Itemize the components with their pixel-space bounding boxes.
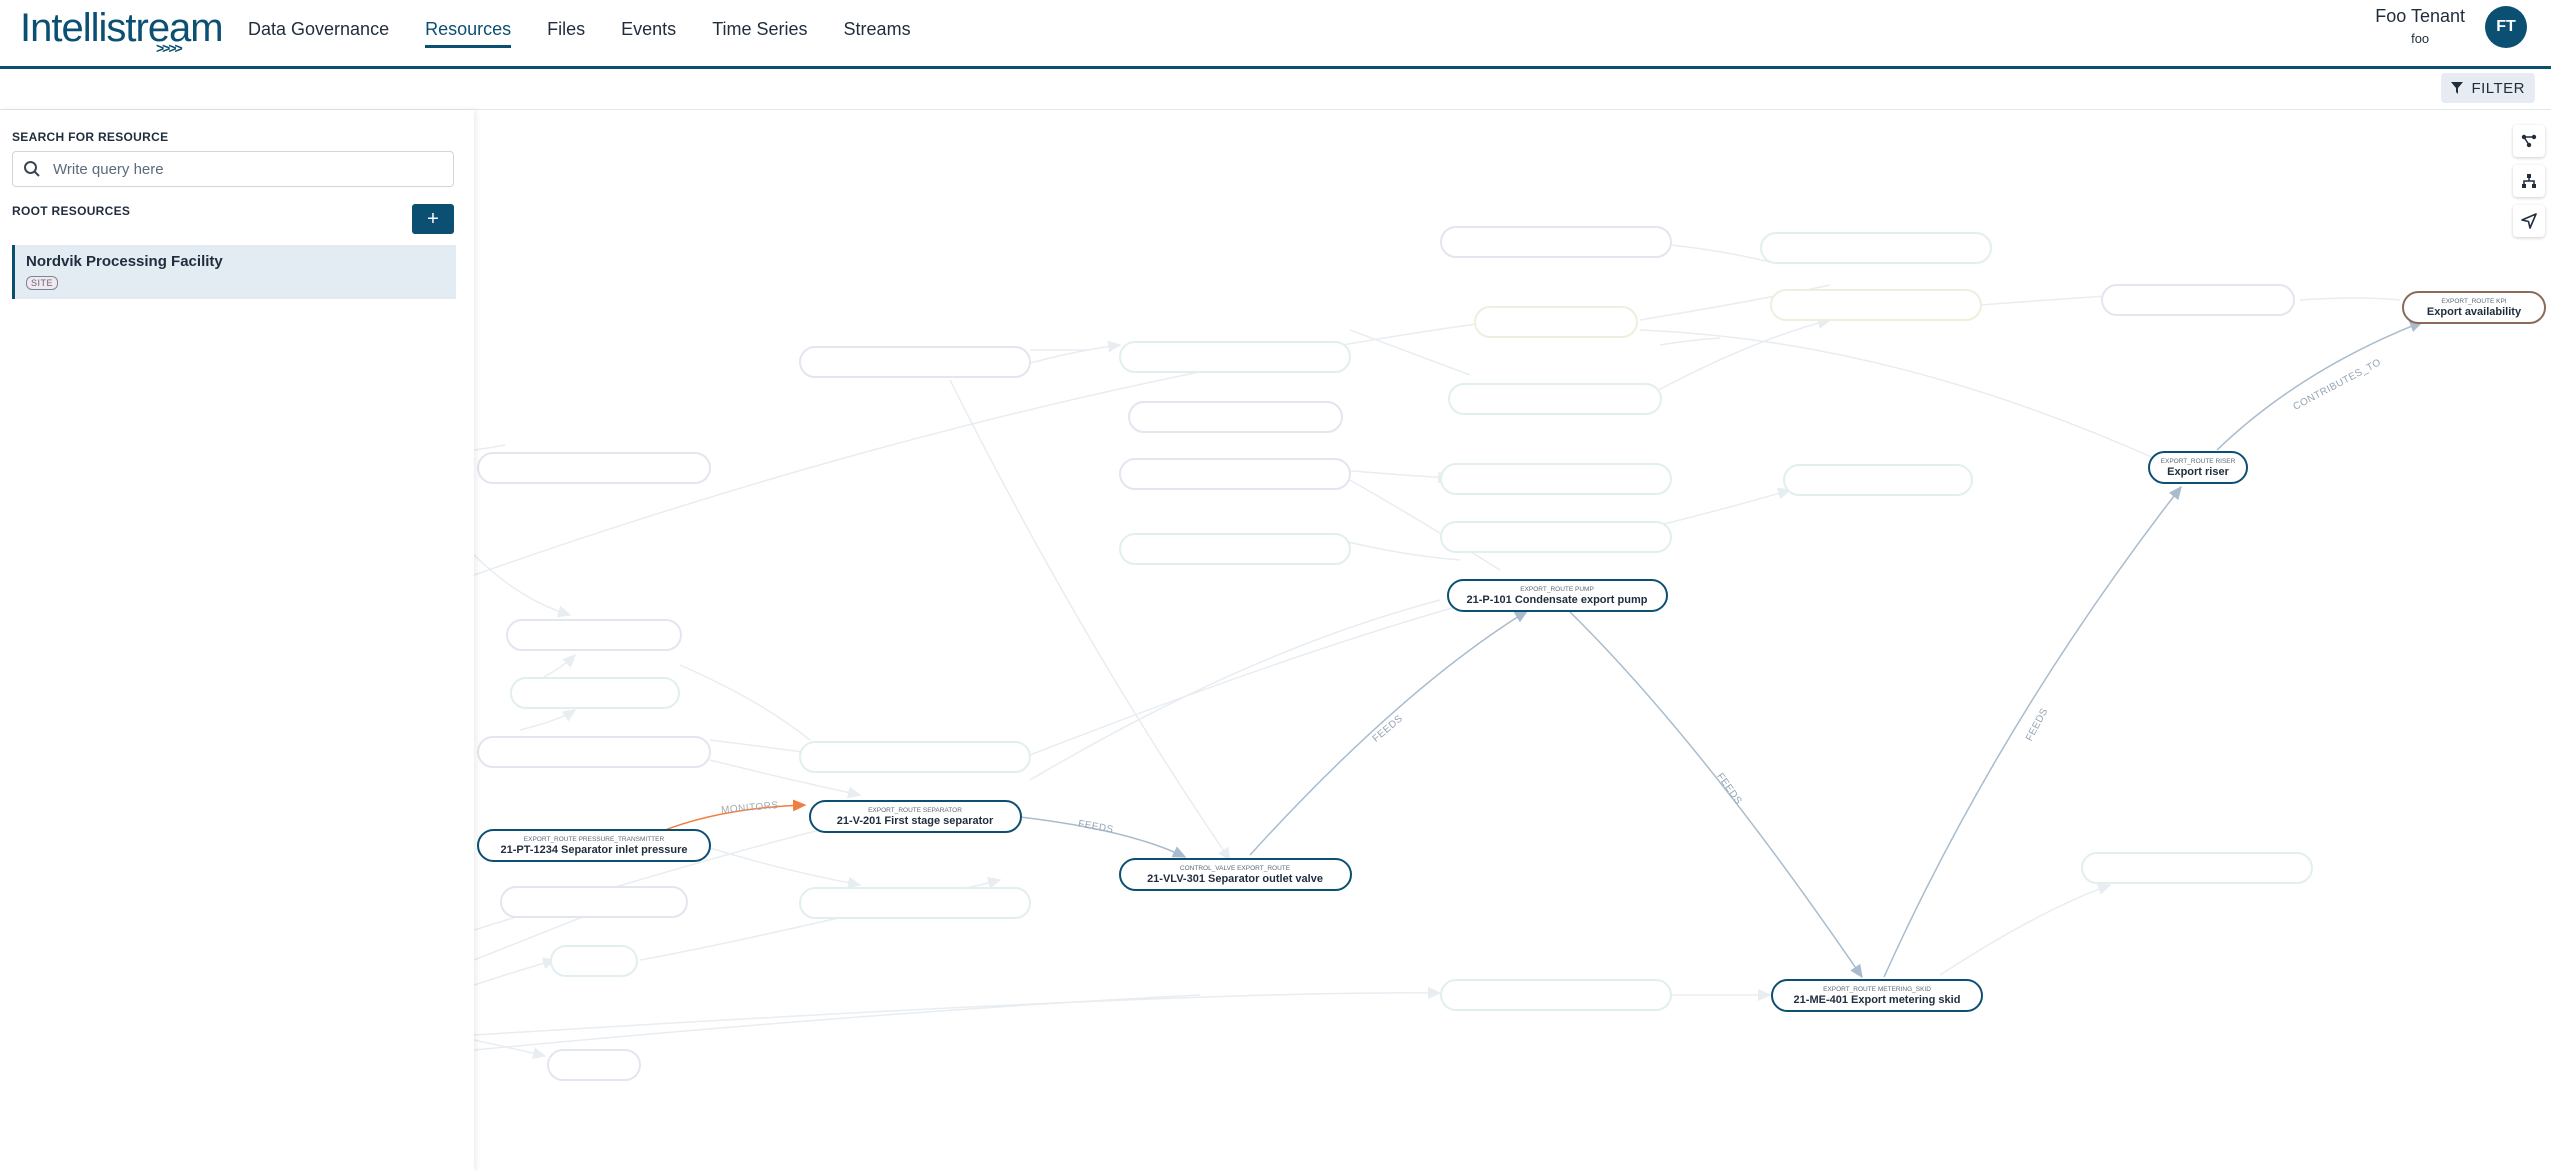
node-label: 21-ME-401 Export metering skid bbox=[1794, 994, 1961, 1006]
node-export-availability[interactable]: EXPORT_ROUTE KPI Export availability bbox=[2402, 291, 2546, 324]
nav-time-series[interactable]: Time Series bbox=[712, 15, 807, 44]
node-label: 21-VLV-301 Separator outlet valve bbox=[1147, 873, 1323, 885]
nav-data-governance[interactable]: Data Governance bbox=[248, 15, 389, 44]
top-bar: Intellistream >>>> Data Governance Resou… bbox=[0, 0, 2551, 69]
search-icon bbox=[24, 161, 40, 177]
node-outlet-valve[interactable]: CONTROL_VALVE EXPORT_ROUTE 21-VLV-301 Se… bbox=[1119, 858, 1352, 891]
faded-edges bbox=[474, 244, 2401, 1060]
node-label: 21-P-101 Condensate export pump bbox=[1467, 594, 1648, 606]
edge-label-monitors: MONITORS bbox=[721, 800, 779, 816]
edge-label-feeds-4: FEEDS bbox=[2024, 706, 2051, 743]
site-badge: SITE bbox=[26, 276, 59, 290]
node-pressure-transmitter[interactable]: EXPORT_ROUTE PRESSURE_TRANSMITTER 21-PT-… bbox=[477, 829, 711, 862]
graph-layout-icon bbox=[2521, 134, 2537, 148]
node-label: 21-PT-1234 Separator inlet pressure bbox=[500, 844, 687, 856]
node-type: EXPORT_ROUTE PRESSURE_TRANSMITTER bbox=[524, 836, 665, 843]
hierarchy-button[interactable] bbox=[2513, 165, 2545, 197]
brand-name: Intellistream bbox=[20, 6, 224, 50]
filter-button[interactable]: FILTER bbox=[2441, 73, 2535, 103]
graph-svg[interactable]: MONITORS FEEDS FEEDS FEEDS FEEDS CONTRIB… bbox=[474, 110, 2551, 1171]
nav-files[interactable]: Files bbox=[547, 15, 585, 44]
node-metering-skid[interactable]: EXPORT_ROUTE METERING_SKID 21-ME-401 Exp… bbox=[1771, 979, 1983, 1012]
search-label: SEARCH FOR RESOURCE bbox=[12, 130, 169, 144]
nav-resources[interactable]: Resources bbox=[425, 15, 512, 48]
filter-label: FILTER bbox=[2471, 79, 2525, 97]
node-label: Export riser bbox=[2167, 466, 2229, 478]
nav-streams[interactable]: Streams bbox=[844, 15, 911, 44]
main-nav: Data Governance Resources Files Events T… bbox=[248, 0, 947, 58]
brand-arrows: >>>> bbox=[156, 40, 183, 56]
tenant-switcher[interactable]: Foo Tenant foo bbox=[2375, 6, 2465, 46]
node-label: Export availability bbox=[2427, 306, 2522, 318]
search-input[interactable] bbox=[51, 159, 435, 179]
edge-label-feeds-1: FEEDS bbox=[1077, 819, 1114, 836]
graph-layout-button[interactable] bbox=[2513, 125, 2545, 157]
graph-toolbar: FILTER bbox=[0, 69, 2551, 110]
root-resources-label: ROOT RESOURCES bbox=[12, 204, 131, 218]
node-type: EXPORT_ROUTE METERING_SKID bbox=[1823, 986, 1931, 993]
tenant-sub: foo bbox=[2411, 31, 2430, 46]
edge-pump-skid bbox=[1569, 611, 1863, 979]
tenant-name: Foo Tenant bbox=[2375, 6, 2465, 26]
sidebar: SEARCH FOR RESOURCE ROOT RESOURCES + Nor… bbox=[0, 110, 474, 1171]
graph-canvas[interactable]: MONITORS FEEDS FEEDS FEEDS FEEDS CONTRIB… bbox=[474, 110, 2551, 1171]
site-name: Nordvik Processing Facility bbox=[26, 253, 223, 270]
navigate-icon bbox=[2521, 213, 2537, 229]
edge-label-contributes-to: CONTRIBUTES_TO bbox=[2292, 357, 2384, 413]
node-type: EXPORT_ROUTE PUMP bbox=[1520, 586, 1594, 593]
node-type: EXPORT_ROUTE KPI bbox=[2441, 298, 2506, 305]
funnel-icon bbox=[2451, 82, 2464, 94]
add-root-button[interactable]: + bbox=[412, 204, 454, 234]
node-type: EXPORT_ROUTE SEPARATOR bbox=[868, 807, 962, 814]
node-type: EXPORT_ROUTE RISER bbox=[2161, 458, 2236, 465]
search-box bbox=[12, 151, 454, 187]
avatar[interactable]: FT bbox=[2485, 6, 2527, 48]
node-export-riser[interactable]: EXPORT_ROUTE RISER Export riser bbox=[2148, 451, 2248, 484]
edge-riser-kpi bbox=[2216, 320, 2424, 451]
node-type: CONTROL_VALVE EXPORT_ROUTE bbox=[1180, 865, 1291, 872]
edge-label-feeds-3: FEEDS bbox=[1714, 771, 1744, 807]
node-export-pump[interactable]: EXPORT_ROUTE PUMP 21-P-101 Condensate ex… bbox=[1447, 579, 1668, 612]
hierarchy-icon bbox=[2522, 174, 2536, 188]
node-separator[interactable]: EXPORT_ROUTE SEPARATOR 21-V-201 First st… bbox=[809, 800, 1022, 833]
faded-nodes bbox=[477, 226, 2313, 1081]
sidebar-item-site[interactable]: Nordvik Processing Facility SITE bbox=[12, 245, 456, 299]
navigate-button[interactable] bbox=[2513, 205, 2545, 237]
brand-logo[interactable]: Intellistream >>>> bbox=[20, 6, 224, 56]
node-label: 21-V-201 First stage separator bbox=[837, 815, 994, 827]
nav-events[interactable]: Events bbox=[621, 15, 676, 44]
